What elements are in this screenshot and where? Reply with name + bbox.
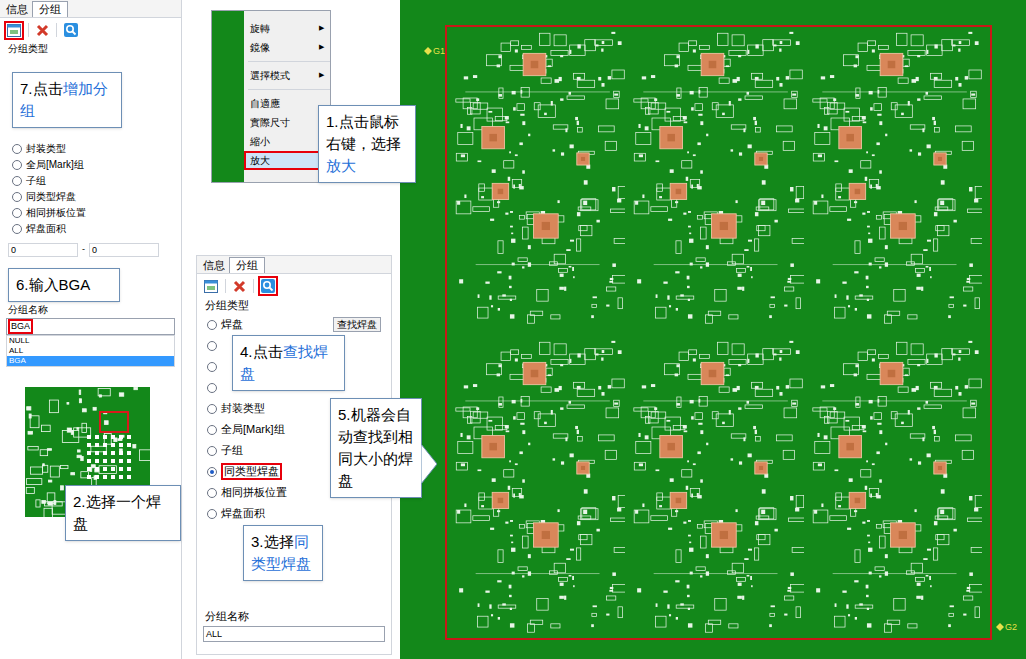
add-group-button[interactable] bbox=[4, 21, 24, 40]
group-name-input[interactable]: BGA bbox=[6, 318, 175, 335]
radio-button[interactable] bbox=[12, 208, 22, 218]
group-list-item[interactable]: ALL bbox=[7, 346, 174, 356]
menu-item[interactable]: 選擇模式▶ bbox=[244, 66, 330, 85]
group-name-input[interactable]: ALL bbox=[203, 626, 385, 642]
delete-group-button[interactable] bbox=[33, 21, 52, 40]
fiducial-marker[interactable]: G1 bbox=[424, 46, 445, 56]
menu-item[interactable]: 鏡像▶ bbox=[244, 38, 330, 57]
radio-row[interactable]: 子组 bbox=[12, 175, 169, 187]
radio-button[interactable] bbox=[207, 383, 217, 393]
pcb-board[interactable] bbox=[633, 31, 803, 326]
pcb-board[interactable] bbox=[455, 31, 625, 326]
radio-button[interactable] bbox=[207, 362, 217, 372]
callout: 3.选择同类型焊盘 bbox=[243, 525, 323, 581]
pcb-board[interactable] bbox=[455, 340, 625, 635]
pcb-board-icon bbox=[455, 340, 625, 635]
radio-row[interactable]: 焊盘面积 bbox=[207, 503, 381, 524]
group-list-item[interactable]: NULL bbox=[7, 336, 174, 346]
area-max-input[interactable]: 0 bbox=[89, 243, 159, 257]
diamond-icon bbox=[424, 47, 432, 55]
area-min-input[interactable]: 0 bbox=[8, 243, 78, 257]
tab[interactable]: 分组 bbox=[32, 1, 68, 17]
radio-button[interactable] bbox=[12, 224, 22, 234]
radio-row[interactable]: 同类型焊盘 bbox=[12, 191, 169, 203]
tab-bar: 信息分组 bbox=[0, 0, 181, 18]
radio-button[interactable] bbox=[12, 192, 22, 202]
pointer-arrow-icon bbox=[421, 444, 437, 484]
search-icon bbox=[261, 279, 275, 293]
radio-row[interactable]: 全局[Mark]组 bbox=[12, 159, 169, 171]
radio-button[interactable] bbox=[207, 467, 217, 477]
tab[interactable]: 信息 bbox=[199, 258, 229, 273]
group-list-item[interactable]: BGA bbox=[7, 356, 174, 366]
group-list: NULLALLBGA bbox=[6, 335, 175, 367]
find-pad-button[interactable] bbox=[61, 20, 81, 40]
radio-button[interactable] bbox=[207, 488, 217, 498]
find-pad-text-button[interactable]: 查找焊盘 bbox=[333, 317, 381, 332]
pcb-canvas[interactable]: G1 G2 bbox=[400, 0, 1026, 659]
pcb-board[interactable] bbox=[812, 31, 982, 326]
radio-row[interactable]: 焊盘面积 bbox=[12, 223, 169, 235]
menu-item[interactable]: 旋轉▶ bbox=[244, 19, 330, 38]
radio-button[interactable] bbox=[207, 446, 217, 456]
panel-outline bbox=[445, 25, 992, 640]
radio-button[interactable] bbox=[207, 341, 217, 351]
tutorial-screenshot: 信息分组分组类型封装类型全局[Mark]组子组同类型焊盘相同拼板位置焊盘面积0-… bbox=[0, 0, 1026, 659]
pcb-board-icon bbox=[812, 31, 982, 326]
radio-row[interactable]: 封装类型 bbox=[12, 143, 169, 155]
delete-icon bbox=[36, 24, 49, 37]
radio-button[interactable] bbox=[12, 144, 22, 154]
find-pad-button[interactable] bbox=[258, 276, 278, 296]
add-group-button[interactable] bbox=[201, 277, 221, 296]
delete-group-button[interactable] bbox=[230, 277, 249, 296]
area-range: 0-0 bbox=[0, 243, 181, 257]
tab[interactable]: 信息 bbox=[2, 2, 32, 17]
callout: 6.输入BGA bbox=[8, 268, 120, 302]
radio-button[interactable] bbox=[12, 160, 22, 170]
group-name-label: 分组名称 bbox=[0, 303, 181, 316]
menu-separator bbox=[248, 89, 330, 90]
pcb-board[interactable] bbox=[633, 340, 803, 635]
toolbar bbox=[0, 18, 181, 42]
pcb-board-icon bbox=[633, 340, 803, 635]
add-group-icon bbox=[7, 24, 21, 37]
fiducial-marker[interactable]: G2 bbox=[996, 622, 1017, 632]
tab-bar: 信息分组 bbox=[197, 256, 391, 274]
menu-separator bbox=[248, 61, 330, 62]
callout: 4.点击查找焊盘 bbox=[232, 335, 345, 391]
radio-button[interactable] bbox=[207, 404, 217, 414]
tab[interactable]: 分组 bbox=[229, 257, 265, 273]
search-icon bbox=[64, 23, 78, 37]
radio-row[interactable]: 焊盘查找焊盘 bbox=[207, 314, 381, 335]
pcb-board-icon bbox=[455, 31, 625, 326]
diamond-icon bbox=[996, 623, 1004, 631]
add-group-icon bbox=[204, 280, 218, 293]
group-type-radios: 封装类型全局[Mark]组子组同类型焊盘相同拼板位置焊盘面积 bbox=[0, 143, 181, 235]
group-type-label: 分组类型 bbox=[0, 42, 181, 55]
pcb-board-icon bbox=[812, 340, 982, 635]
radio-button[interactable] bbox=[12, 176, 22, 186]
radio-button[interactable] bbox=[207, 425, 217, 435]
radio-button[interactable] bbox=[207, 509, 217, 519]
group-name-label: 分组名称 bbox=[197, 609, 391, 623]
callout: 1.点击鼠标右键，选择放大 bbox=[318, 105, 416, 183]
pcb-board-icon bbox=[633, 31, 803, 326]
context-menu-snippet: 旋轉▶鏡像▶選擇模式▶自適應實際尺寸縮小放大 bbox=[211, 10, 331, 183]
toolbar bbox=[197, 274, 391, 298]
group-type-label: 分组类型 bbox=[197, 298, 391, 312]
callout: 7.点击增加分组 bbox=[12, 72, 122, 128]
delete-icon bbox=[233, 280, 246, 293]
radio-button[interactable] bbox=[207, 320, 217, 330]
radio-row[interactable]: 相同拼板位置 bbox=[12, 207, 169, 219]
callout: 2.选择一个焊盘 bbox=[65, 485, 181, 541]
pcb-board[interactable] bbox=[812, 340, 982, 635]
callout: 5.机器会自动查找到相同大小的焊盘 bbox=[330, 398, 422, 498]
